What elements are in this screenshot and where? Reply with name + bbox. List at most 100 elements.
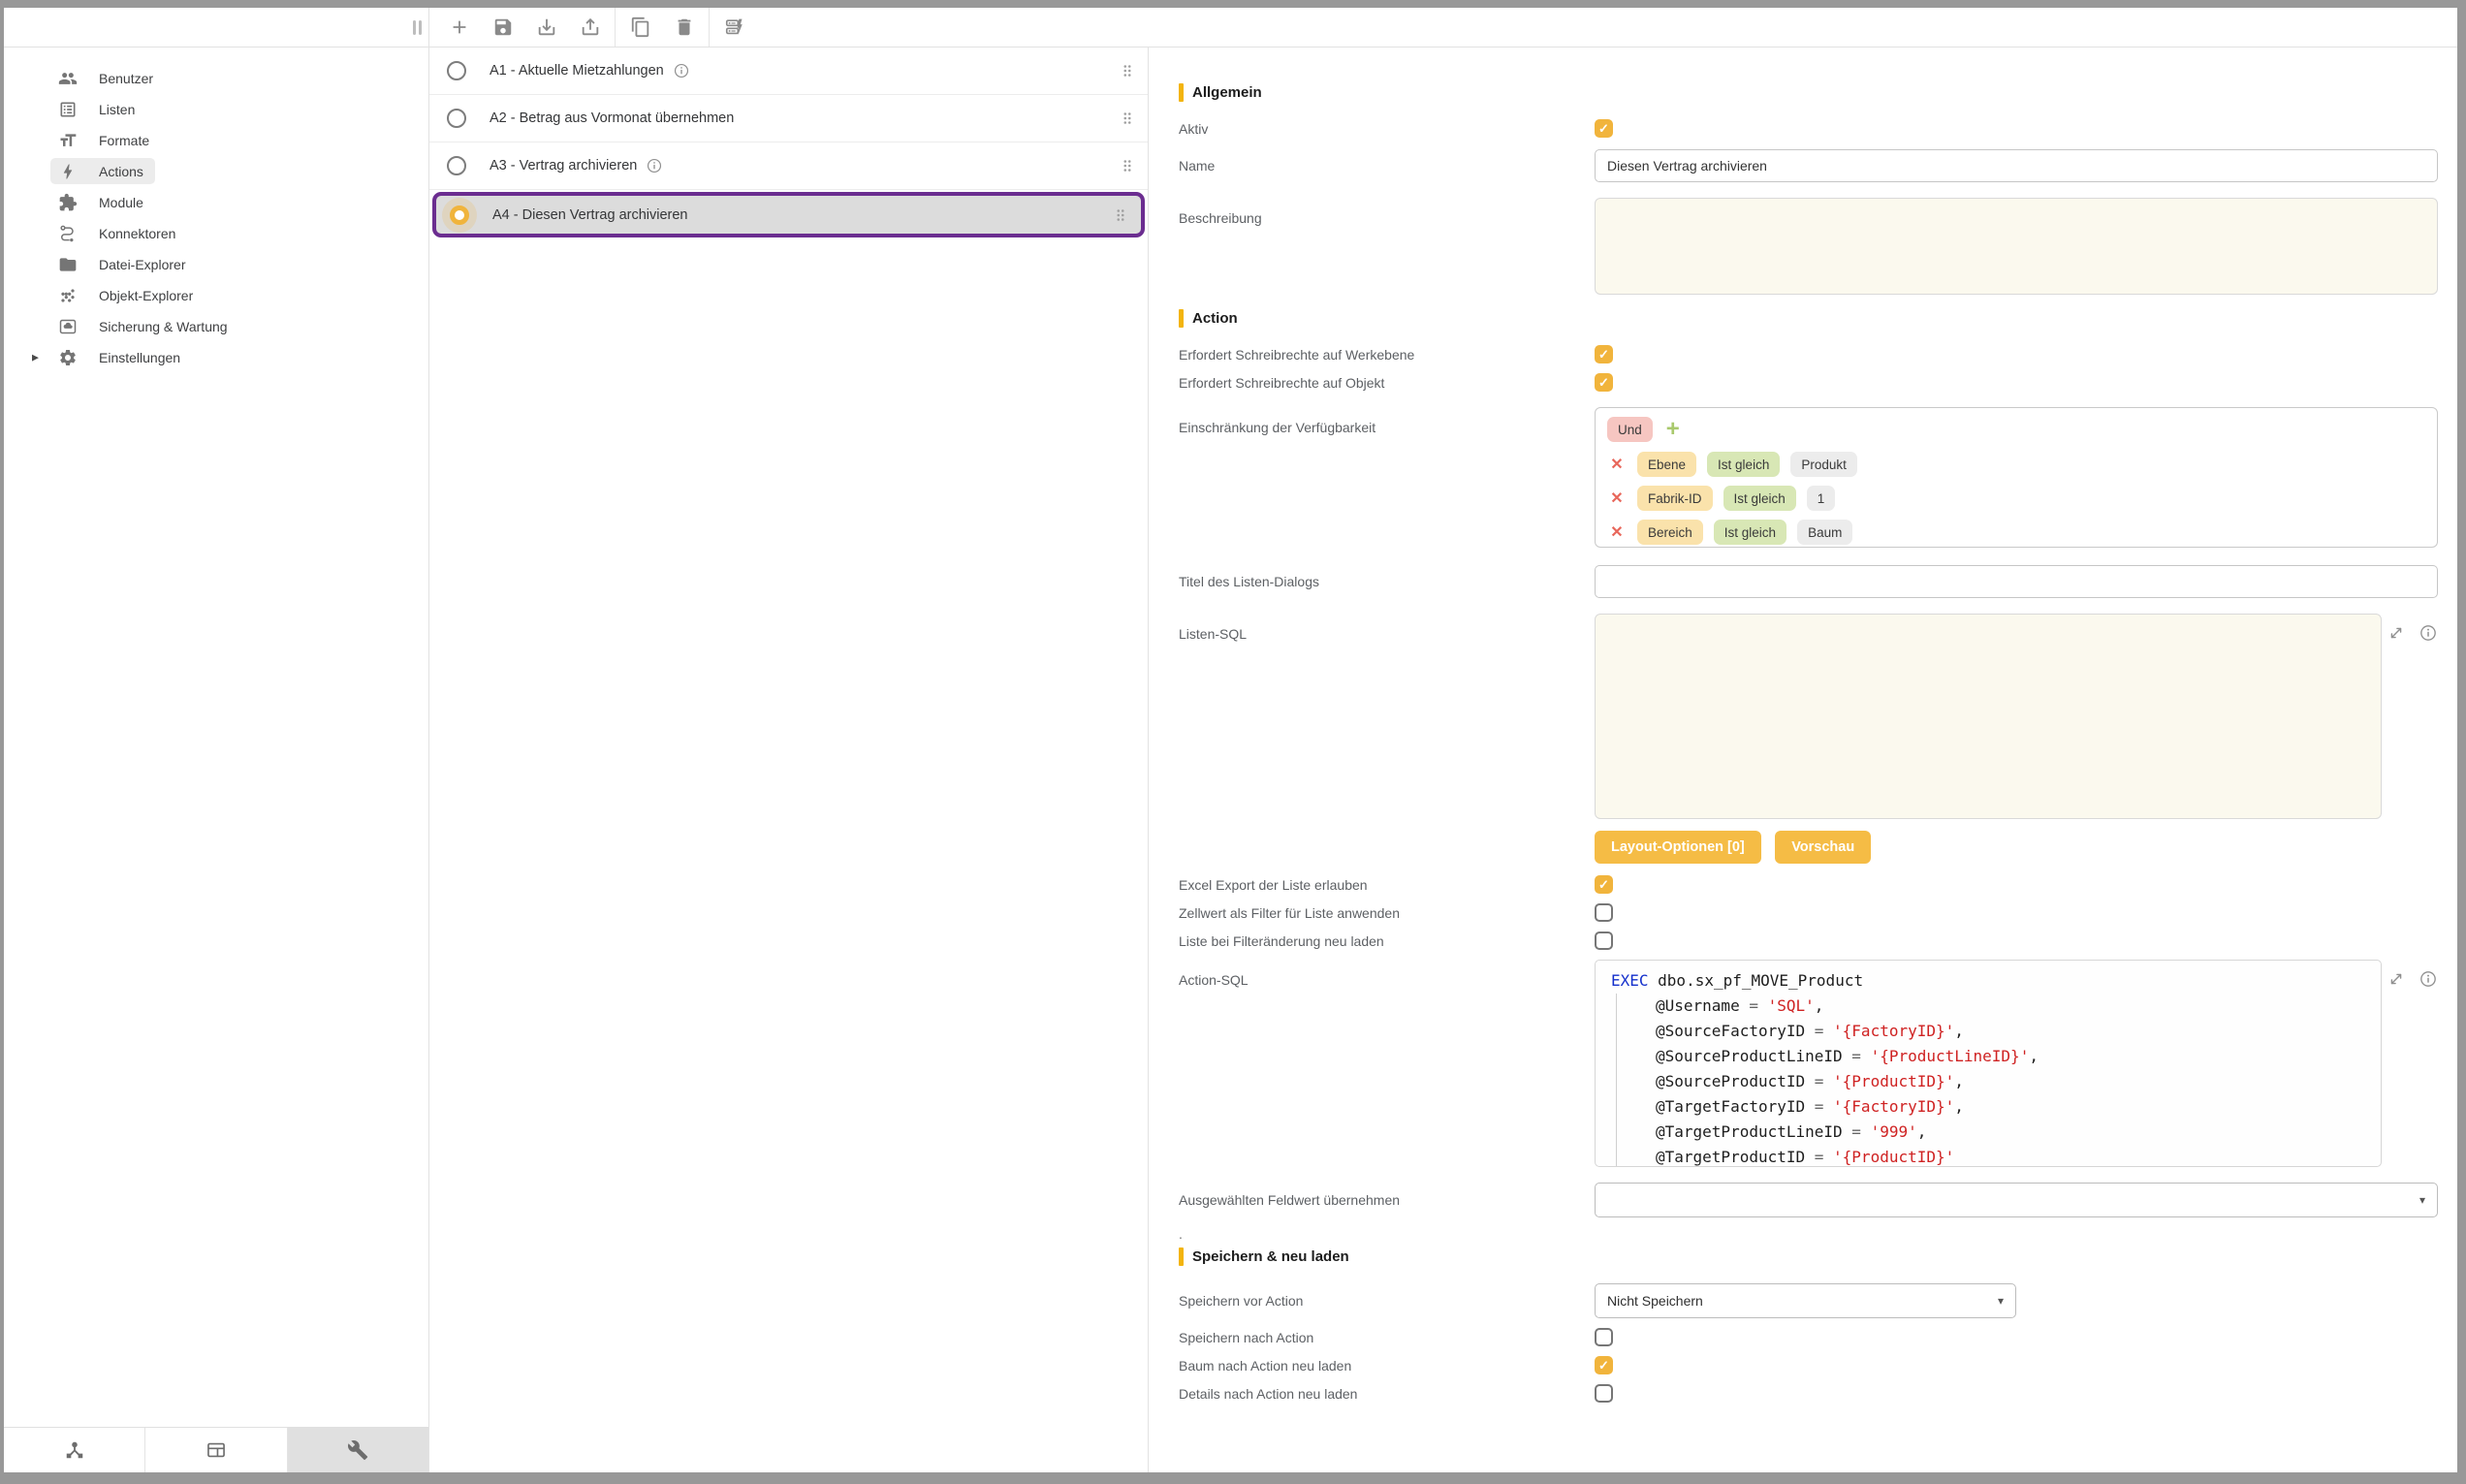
sidebar-item-datei-explorer[interactable]: Datei-Explorer bbox=[50, 251, 197, 277]
info-icon[interactable] bbox=[646, 157, 663, 174]
tab-tools[interactable] bbox=[287, 1428, 428, 1472]
condition-row: ✕ Ebene Ist gleich Produkt bbox=[1607, 452, 2425, 477]
sidebar-item-sicherung-wartung[interactable]: Sicherung & Wartung bbox=[50, 313, 239, 339]
sidebar-bottom-tabs bbox=[4, 1427, 428, 1472]
detail-panel: Allgemein Aktiv Name Beschreibung Action bbox=[1149, 47, 2457, 1472]
sidebar-item-module[interactable]: Module bbox=[50, 189, 155, 215]
radio-button[interactable] bbox=[447, 61, 466, 80]
layout-optionen-button[interactable]: Layout-Optionen [0] bbox=[1595, 831, 1761, 864]
add-condition-button[interactable]: + bbox=[1666, 418, 1680, 441]
gear-icon bbox=[58, 348, 78, 367]
liste-neu-laden-checkbox[interactable] bbox=[1595, 931, 1613, 950]
root-operator-chip[interactable]: Und bbox=[1607, 417, 1653, 442]
radio-button[interactable] bbox=[447, 156, 466, 175]
sidebar-item-einstellungen[interactable]: ▶ Einstellungen bbox=[50, 344, 192, 370]
info-icon[interactable] bbox=[673, 62, 690, 79]
baum-neu-laden-checkbox[interactable] bbox=[1595, 1356, 1613, 1374]
sidebar-item-benutzer[interactable]: Benutzer bbox=[50, 65, 165, 91]
app-window: Benutzer Listen Formate Actions bbox=[0, 0, 2466, 1484]
listen-sql-editor[interactable] bbox=[1595, 614, 2382, 819]
sidebar-item-konnektoren[interactable]: Konnektoren bbox=[50, 220, 187, 246]
info-icon[interactable] bbox=[2419, 969, 2438, 989]
zellwert-filter-checkbox[interactable] bbox=[1595, 903, 1613, 922]
drag-handle-icon[interactable] bbox=[1119, 110, 1136, 127]
delete-button[interactable] bbox=[662, 8, 706, 47]
sidebar-item-formate[interactable]: Formate bbox=[50, 127, 161, 153]
sidebar-item-label: Module bbox=[99, 195, 143, 210]
field-label: Name bbox=[1179, 158, 1595, 174]
aktiv-checkbox[interactable] bbox=[1595, 119, 1613, 138]
toolbar-sidebar-area bbox=[4, 8, 429, 47]
save-button[interactable] bbox=[481, 8, 524, 47]
list-item-a4[interactable]: A4 - Diesen Vertrag archivieren bbox=[432, 192, 1145, 237]
format-size-icon bbox=[58, 131, 78, 150]
list-item-a3[interactable]: A3 - Vertrag archivieren bbox=[429, 142, 1148, 190]
condition-operator-chip[interactable]: Ist gleich bbox=[1723, 486, 1796, 511]
field-label: Baum nach Action neu laden bbox=[1179, 1358, 1595, 1373]
name-input[interactable] bbox=[1595, 149, 2438, 182]
list-item-a2[interactable]: A2 - Betrag aus Vormonat übernehmen bbox=[429, 95, 1148, 142]
schreibrechte-werkebene-checkbox[interactable] bbox=[1595, 345, 1613, 363]
expand-editor-icon[interactable] bbox=[2387, 969, 2406, 989]
import-button[interactable] bbox=[524, 8, 568, 47]
condition-value-chip[interactable]: Produkt bbox=[1790, 452, 1857, 477]
section-title: Speichern & neu laden bbox=[1192, 1248, 1349, 1265]
bolt-icon bbox=[58, 162, 78, 181]
field-label: Erfordert Schreibrechte auf Werkebene bbox=[1179, 347, 1595, 363]
vorschau-button[interactable]: Vorschau bbox=[1775, 831, 1871, 864]
sidebar-item-listen[interactable]: Listen bbox=[50, 96, 146, 122]
sidebar-item-actions[interactable]: Actions bbox=[50, 158, 155, 184]
remove-condition-button[interactable]: ✕ bbox=[1607, 455, 1627, 474]
condition-field-chip[interactable]: Fabrik-ID bbox=[1637, 486, 1713, 511]
excel-export-checkbox[interactable] bbox=[1595, 875, 1613, 894]
remove-condition-button[interactable]: ✕ bbox=[1607, 489, 1627, 508]
tab-layout[interactable] bbox=[144, 1428, 286, 1472]
list-item-a1[interactable]: A1 - Aktuelle Mietzahlungen bbox=[429, 47, 1148, 95]
schreibrechte-objekt-checkbox[interactable] bbox=[1595, 373, 1613, 392]
add-button[interactable] bbox=[437, 8, 481, 47]
radio-button[interactable] bbox=[447, 109, 466, 128]
drag-handle-icon[interactable] bbox=[1112, 206, 1129, 224]
speichern-vor-action-select[interactable]: Nicht Speichern ▾ bbox=[1595, 1283, 2016, 1318]
action-label: A4 - Diesen Vertrag archivieren bbox=[492, 207, 688, 223]
titel-listen-dialog-input[interactable] bbox=[1595, 565, 2438, 598]
condition-operator-chip[interactable]: Ist gleich bbox=[1714, 520, 1786, 545]
expand-arrow-icon[interactable]: ▶ bbox=[32, 352, 39, 363]
remove-condition-button[interactable]: ✕ bbox=[1607, 522, 1627, 542]
condition-operator-chip[interactable]: Ist gleich bbox=[1707, 452, 1780, 477]
condition-field-chip[interactable]: Ebene bbox=[1637, 452, 1696, 477]
condition-value-chip[interactable]: 1 bbox=[1807, 486, 1836, 511]
sidebar-item-label: Benutzer bbox=[99, 71, 153, 86]
constraint-builder: Und + ✕ Ebene Ist gleich Produkt ✕ bbox=[1595, 407, 2438, 548]
drag-handle-icon[interactable] bbox=[1119, 157, 1136, 174]
field-label: Action-SQL bbox=[1179, 960, 1595, 988]
drag-handle-icon[interactable] bbox=[1119, 62, 1136, 79]
field-label: Details nach Action neu laden bbox=[1179, 1386, 1595, 1402]
feldwert-select[interactable]: ▾ bbox=[1595, 1183, 2438, 1217]
users-icon bbox=[58, 69, 78, 88]
wrench-icon bbox=[347, 1439, 368, 1461]
details-neu-laden-checkbox[interactable] bbox=[1595, 1384, 1613, 1403]
action-sql-editor[interactable]: EXEC dbo.sx_pf_MOVE_Product@Username = '… bbox=[1595, 960, 2382, 1167]
condition-row: ✕ Bereich Ist gleich Baum bbox=[1607, 520, 2425, 545]
copy-button[interactable] bbox=[618, 8, 662, 47]
field-label: Listen-SQL bbox=[1179, 614, 1595, 642]
toolbar bbox=[4, 8, 2457, 47]
action-label: A1 - Aktuelle Mietzahlungen bbox=[490, 63, 664, 79]
radio-button[interactable] bbox=[450, 205, 469, 225]
run-action-button[interactable] bbox=[712, 8, 756, 47]
tab-hierarchy[interactable] bbox=[4, 1428, 144, 1472]
panel-splitter-handle[interactable] bbox=[413, 20, 422, 35]
hierarchy-icon bbox=[64, 1439, 85, 1461]
speichern-nach-action-checkbox[interactable] bbox=[1595, 1328, 1613, 1346]
expand-editor-icon[interactable] bbox=[2387, 623, 2406, 643]
condition-field-chip[interactable]: Bereich bbox=[1637, 520, 1703, 545]
sidebar-item-label: Formate bbox=[99, 133, 149, 148]
beschreibung-textarea[interactable] bbox=[1595, 198, 2438, 295]
condition-value-chip[interactable]: Baum bbox=[1797, 520, 1852, 545]
field-label: Beschreibung bbox=[1179, 198, 1595, 226]
condition-row: ✕ Fabrik-ID Ist gleich 1 bbox=[1607, 486, 2425, 511]
info-icon[interactable] bbox=[2419, 623, 2438, 643]
export-button[interactable] bbox=[568, 8, 612, 47]
sidebar-item-objekt-explorer[interactable]: Objekt-Explorer bbox=[50, 282, 205, 308]
